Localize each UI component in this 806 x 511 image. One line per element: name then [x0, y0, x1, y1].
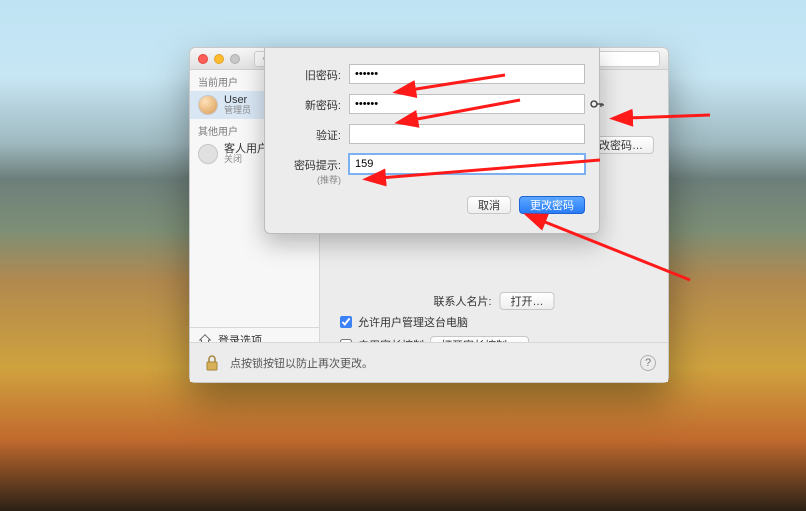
verify-password-input[interactable] [349, 124, 585, 144]
syspref-window: ‹ › 用户与群组 搜索 当前用户 User 管理员 [189, 47, 669, 383]
guest-role: 关闭 [224, 155, 268, 164]
minimize-window-button[interactable] [214, 54, 224, 64]
allow-admin-checkbox[interactable] [340, 316, 352, 328]
new-password-input[interactable] [349, 94, 585, 114]
password-hint-input[interactable] [349, 154, 585, 174]
lock-icon[interactable] [202, 353, 222, 373]
old-password-input[interactable] [349, 64, 585, 84]
close-window-button[interactable] [198, 54, 208, 64]
zoom-window-button[interactable] [230, 54, 240, 64]
old-password-label: 旧密码: [279, 64, 349, 83]
allow-admin-label: 允许用户管理这台电脑 [358, 314, 468, 330]
key-icon[interactable] [589, 96, 605, 112]
verify-password-label: 验证: [279, 124, 349, 143]
avatar-icon [198, 95, 218, 115]
cancel-button[interactable]: 取消 [467, 196, 511, 214]
traffic-lights [198, 54, 240, 64]
user-role: 管理员 [224, 106, 251, 115]
new-password-label: 新密码: [279, 94, 349, 113]
window-footer: 点按锁按钮以防止再次更改。 ? [190, 342, 668, 382]
lock-hint-text: 点按锁按钮以防止再次更改。 [230, 355, 373, 371]
open-contact-card-button[interactable]: 打开… [500, 292, 555, 310]
password-hint-label: 密码提示:(推荐) [279, 154, 349, 186]
help-button[interactable]: ? [640, 355, 656, 371]
desktop-wallpaper: ‹ › 用户与群组 搜索 当前用户 User 管理员 [0, 0, 806, 511]
change-password-sheet: 旧密码: 新密码: 验证: 密码提示:(推荐) [264, 48, 600, 234]
contact-card-label: 联系人名片: [433, 293, 491, 309]
contact-card-row: 联系人名片: 打开… [433, 292, 554, 310]
avatar-icon [198, 144, 218, 164]
allow-admin-row: 允许用户管理这台电脑 [340, 314, 529, 330]
confirm-change-password-button[interactable]: 更改密码 [519, 196, 585, 214]
